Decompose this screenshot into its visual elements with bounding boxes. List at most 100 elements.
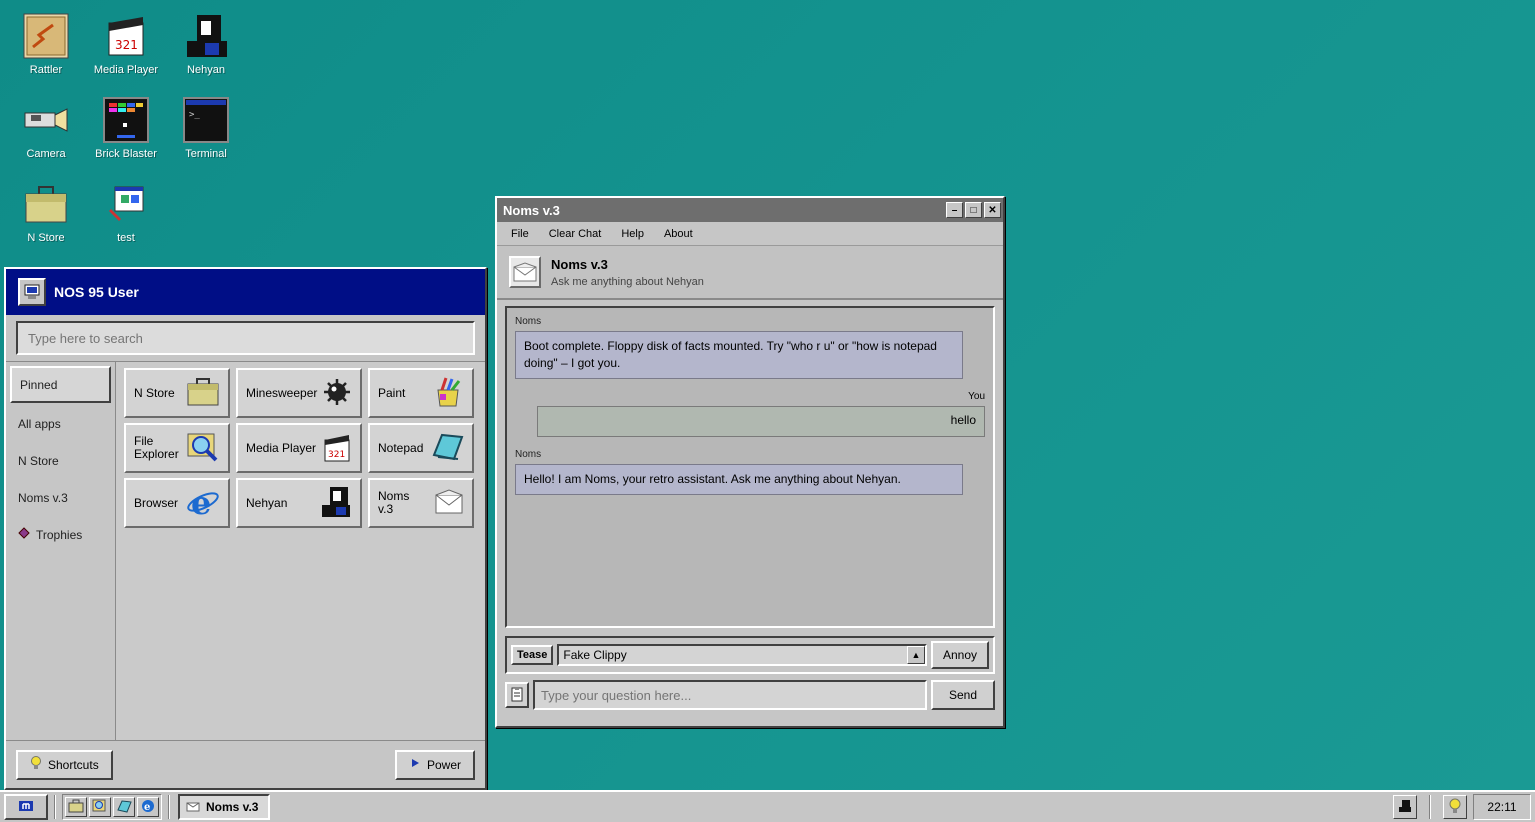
pinned-tiles: N Store Minesweeper Paint File Explorer …: [116, 362, 485, 748]
tile-paint[interactable]: Paint: [368, 368, 474, 418]
mail-icon: [509, 256, 541, 288]
svg-text:e: e: [144, 802, 150, 813]
desktop-icon-media-player[interactable]: 321 Media Player: [86, 12, 166, 76]
desktop-icon-terminal[interactable]: >_ Terminal: [166, 96, 246, 160]
brick-blaster-icon: [102, 96, 150, 144]
tile-label: Paint: [378, 385, 406, 400]
menu-help[interactable]: Help: [611, 228, 654, 240]
input-row: Send: [505, 680, 995, 710]
bot-message: Hello! I am Noms, your retro assistant. …: [515, 464, 963, 495]
sidebar-item-label: All apps: [18, 416, 61, 431]
task-noms[interactable]: Noms v.3: [178, 794, 270, 820]
tile-label: File Explorer: [134, 434, 179, 461]
start-menu-footer: Shortcuts Power: [6, 740, 485, 788]
clock: 22:11: [1473, 794, 1531, 820]
media-player-icon: 321: [322, 431, 352, 466]
close-button[interactable]: ✕: [984, 202, 1001, 218]
power-button[interactable]: Power: [394, 749, 475, 780]
quick-notepad[interactable]: [113, 797, 135, 817]
chevron-up-icon[interactable]: ▲: [906, 646, 925, 664]
mail-icon: [434, 488, 464, 518]
chat-header: Noms v.3 Ask me anything about Nehyan: [497, 246, 1003, 300]
search-area: [6, 315, 485, 362]
annoy-button[interactable]: Annoy: [930, 641, 989, 669]
sidebar-item-n-store[interactable]: N Store: [10, 442, 111, 479]
desktop-icon-rattler[interactable]: Rattler: [6, 12, 86, 76]
tile-label: Notepad: [378, 440, 424, 455]
system-tray: 22:11: [1393, 794, 1531, 820]
sidebar-item-label: Noms v.3: [18, 490, 68, 505]
taskbar-separator: [168, 795, 170, 819]
noms-window: Noms v.3 – □ ✕ File Clear Chat Help Abou…: [495, 196, 1005, 728]
sidebar-item-all-apps[interactable]: All apps: [10, 405, 111, 442]
tile-label: N Store: [134, 385, 175, 400]
attach-button[interactable]: [505, 682, 529, 708]
tease-row: Tease Fake Clippy ▲ Annoy: [505, 636, 995, 674]
desktop-icon-test[interactable]: test: [86, 180, 166, 244]
message-sender: Noms: [515, 449, 542, 460]
sidebar-item-pinned[interactable]: Pinned: [10, 366, 111, 403]
sidebar-item-trophies[interactable]: Trophies: [10, 516, 111, 553]
desktop-icon-brick-blaster[interactable]: Brick Blaster: [86, 96, 166, 160]
tile-media-player[interactable]: Media Player 321: [236, 423, 362, 473]
sidebar-item-noms[interactable]: Noms v.3: [10, 479, 111, 516]
taskbar-separator: [54, 795, 56, 819]
tile-n-store[interactable]: N Store: [124, 368, 230, 418]
bot-message: Boot complete. Floppy disk of facts moun…: [515, 331, 963, 379]
tile-minesweeper[interactable]: Minesweeper: [236, 368, 362, 418]
title-bar[interactable]: Noms v.3 – □ ✕: [497, 198, 1003, 222]
tray-nehyan[interactable]: [1393, 795, 1417, 819]
mine-icon: [322, 377, 352, 410]
svg-text:e: e: [191, 485, 211, 519]
shortcuts-label: Shortcuts: [48, 757, 99, 772]
svg-text:321: 321: [115, 38, 138, 52]
sidebar-item-label: Trophies: [36, 527, 83, 542]
rattler-icon: [22, 12, 70, 60]
minimize-button[interactable]: –: [946, 202, 963, 218]
magnifier-icon: [186, 431, 220, 466]
annoy-label: Annoy: [942, 648, 977, 662]
nehyan-icon: [1398, 799, 1412, 816]
tile-browser[interactable]: Browser e: [124, 478, 230, 528]
quick-file-explorer[interactable]: [89, 797, 111, 817]
start-menu-header: NOS 95 User: [6, 269, 485, 315]
desktop-icon-camera[interactable]: Camera: [6, 96, 86, 160]
tile-file-explorer[interactable]: File Explorer: [124, 423, 230, 473]
n-store-icon: [22, 180, 70, 228]
maximize-button[interactable]: □: [965, 202, 982, 218]
camera-icon: [22, 96, 70, 144]
question-input[interactable]: [533, 680, 927, 710]
svg-text:>_: >_: [189, 110, 200, 120]
quick-browser[interactable]: e: [137, 797, 159, 817]
sidebar-item-label: N Store: [18, 453, 59, 468]
tile-nehyan[interactable]: Nehyan: [236, 478, 362, 528]
tray-tips[interactable]: [1443, 795, 1467, 819]
menu-clear-chat[interactable]: Clear Chat: [539, 228, 612, 240]
trophy-icon: [18, 527, 30, 542]
desktop-icon-nehyan[interactable]: Nehyan: [166, 12, 246, 76]
power-label: Power: [426, 757, 461, 772]
tile-noms[interactable]: Noms v.3: [368, 478, 474, 528]
send-label: Send: [948, 688, 977, 702]
power-icon: [409, 757, 421, 772]
n-store-icon: [186, 377, 220, 410]
desktop-icon-label: N Store: [27, 232, 65, 244]
search-input[interactable]: [16, 321, 475, 355]
tile-notepad[interactable]: Notepad: [368, 423, 474, 473]
nehyan-icon: [320, 485, 352, 522]
tile-label: Minesweeper: [246, 385, 318, 400]
menu-about[interactable]: About: [654, 228, 703, 240]
tease-select[interactable]: Fake Clippy ▲: [557, 644, 927, 666]
desktop-icon-n-store[interactable]: N Store: [6, 180, 86, 244]
desktop-icon-label: test: [117, 232, 135, 244]
menu-file[interactable]: File: [501, 228, 539, 240]
chat-log[interactable]: Noms Boot complete. Floppy disk of facts…: [505, 306, 995, 628]
send-button[interactable]: Send: [930, 680, 995, 710]
quick-n-store[interactable]: [65, 797, 87, 817]
mail-icon: [186, 800, 200, 815]
sidebar-item-label: Pinned: [20, 377, 58, 392]
start-menu-body: Pinned All apps N Store Noms v.3 Trophie…: [6, 362, 485, 748]
shortcuts-button[interactable]: Shortcuts: [16, 749, 113, 780]
desktop-icon-label: Nehyan: [187, 64, 225, 76]
start-button[interactable]: [4, 794, 48, 820]
